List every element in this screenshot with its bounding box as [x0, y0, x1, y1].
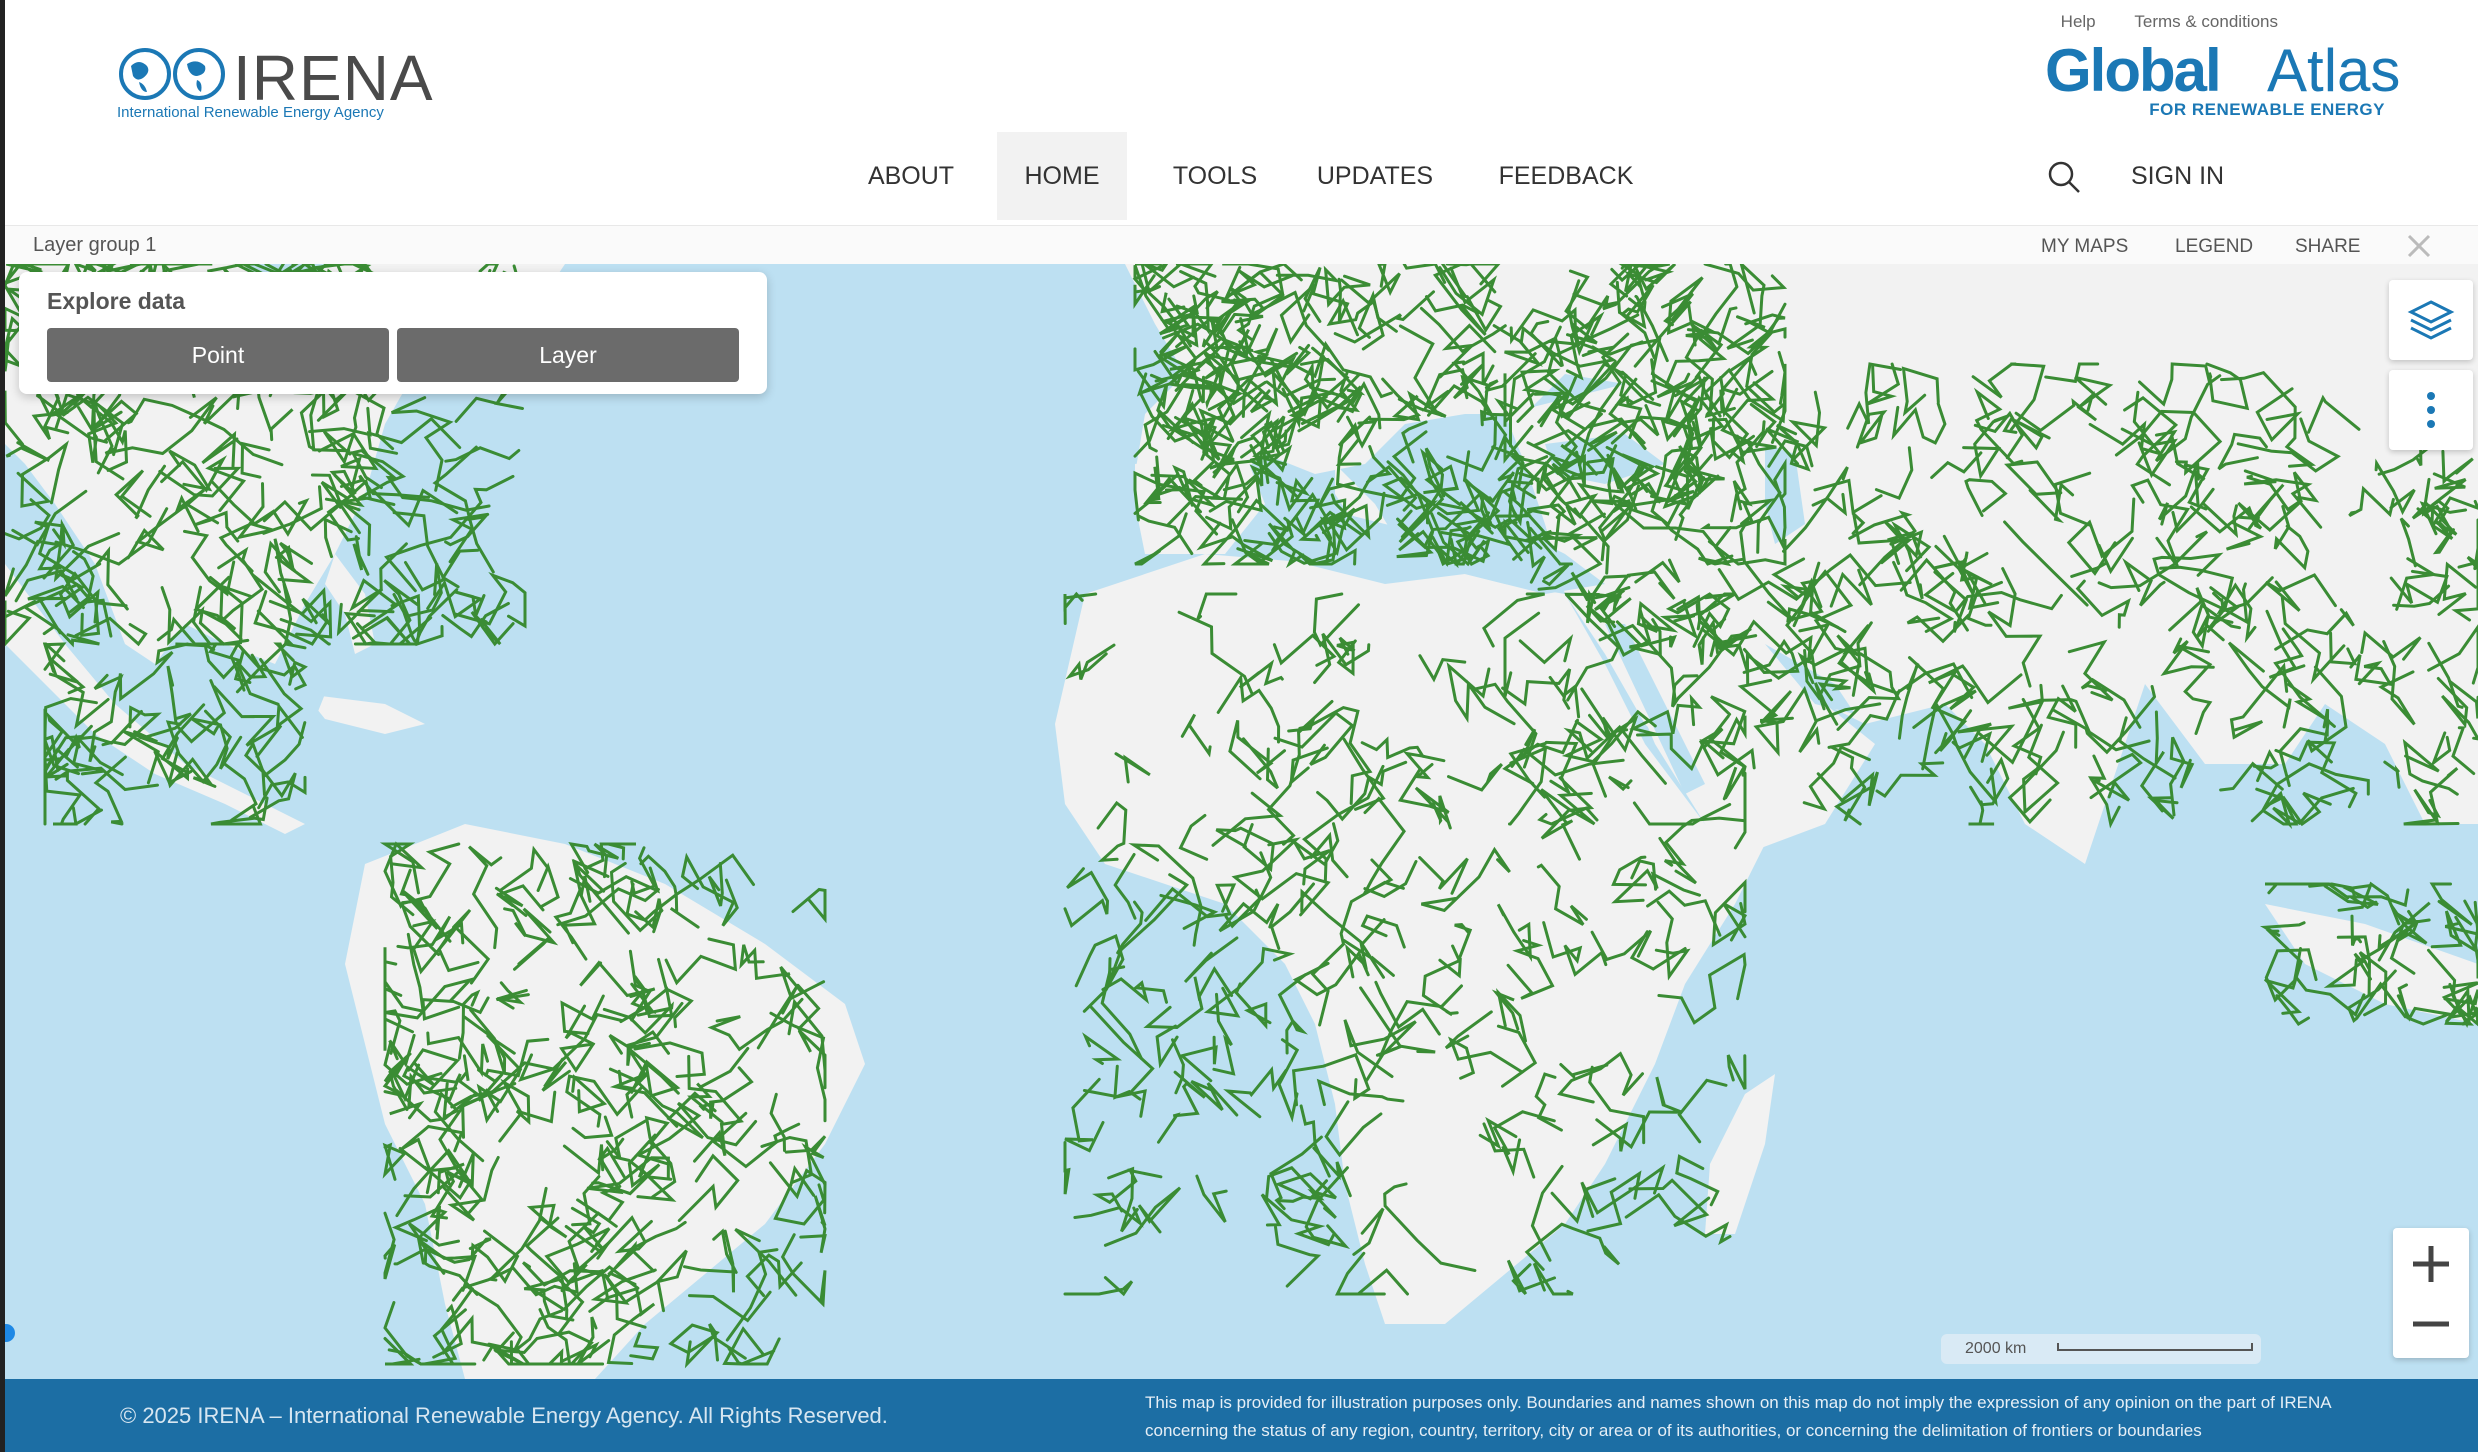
layers-button[interactable]	[2389, 280, 2473, 360]
network-line	[2275, 994, 2310, 1026]
network-line	[1082, 1032, 1123, 1065]
terms-link[interactable]: Terms & conditions	[2134, 12, 2278, 31]
nav-about[interactable]: ABOUT	[851, 132, 971, 220]
search-icon[interactable]	[2047, 160, 2081, 194]
network-line	[1063, 1141, 1071, 1195]
network-line	[1195, 1174, 1228, 1223]
globe-logo-icon	[119, 48, 225, 100]
zoom-in-button[interactable]	[2393, 1228, 2469, 1290]
help-link[interactable]: Help	[2061, 12, 2096, 31]
land-madagascar	[1705, 1074, 1775, 1234]
network-line	[1274, 1172, 1337, 1219]
map-canvas[interactable]: Explore data Point Layer 2000 km	[5, 264, 2478, 1379]
global-atlas-logo-regular: Atlas	[2267, 37, 2401, 104]
network-line	[1063, 1276, 1134, 1297]
network-line	[54, 766, 159, 792]
explore-data-title: Explore data	[47, 288, 186, 314]
plus-icon	[2413, 1246, 2449, 1282]
global-atlas-logo[interactable]: Global Atlas FOR RENEWABLE ENERGY	[2045, 37, 2400, 122]
copyright-text: © 2025 IRENA – International Renewable E…	[120, 1403, 888, 1428]
network-line	[688, 1290, 772, 1323]
map-disclaimer: This map is provided for illustration pu…	[1145, 1389, 2465, 1445]
network-line	[1726, 1054, 1747, 1090]
land-caribbean	[305, 694, 425, 734]
top-links: Help Terms & conditions	[2027, 12, 2278, 32]
network-line	[2169, 736, 2195, 817]
explore-data-panel: Explore data Point Layer	[19, 272, 767, 394]
nav-tools[interactable]: TOOLS	[1155, 132, 1275, 220]
network-line	[1212, 992, 1236, 1076]
zoom-out-button[interactable]	[2393, 1292, 2469, 1354]
more-vertical-icon	[2427, 392, 2435, 428]
scale-bar: 2000 km	[1941, 1334, 2261, 1364]
network-line	[1223, 1066, 1288, 1119]
network-line	[352, 535, 370, 576]
network-line	[1190, 1080, 1239, 1117]
network-line	[1586, 1170, 1642, 1233]
site-footer: © 2025 IRENA – International Renewable E…	[5, 1379, 2478, 1452]
disclaimer-line-2: concerning the status of any region, cou…	[1145, 1421, 2202, 1440]
network-line	[1178, 1035, 1218, 1083]
network-line	[1101, 977, 1168, 1005]
point-button[interactable]: Point	[47, 328, 389, 382]
network-line	[668, 1323, 720, 1369]
network-line	[1677, 1078, 1728, 1144]
network-line	[1063, 867, 1110, 928]
network-line	[1234, 982, 1272, 1030]
nav-updates[interactable]: UPDATES	[1305, 132, 1445, 220]
network-line	[1969, 756, 2010, 807]
network-line	[2139, 710, 2165, 813]
main-nav: ABOUT HOME TOOLS UPDATES FEEDBACK	[5, 132, 2478, 220]
network-line	[2345, 888, 2410, 910]
network-line	[780, 1233, 827, 1308]
network-line	[2264, 947, 2318, 1003]
close-icon[interactable]	[2403, 230, 2435, 262]
nav-home[interactable]: HOME	[997, 132, 1127, 220]
zoom-control	[2393, 1228, 2469, 1358]
global-atlas-logo-bold: Global	[2045, 37, 2222, 104]
map-toolbar: Layer group 1 MY MAPS LEGEND SHARE	[5, 225, 2478, 265]
sign-in-link[interactable]: SIGN IN	[2131, 132, 2224, 220]
network-line	[1074, 934, 1125, 1013]
network-line	[384, 474, 515, 593]
irena-logo-subtitle: International Renewable Energy Agency	[117, 104, 384, 121]
my-maps-link[interactable]: MY MAPS	[2041, 226, 2128, 268]
network-line	[175, 642, 243, 680]
disclaimer-line-1: This map is provided for illustration pu…	[1145, 1393, 2332, 1412]
layers-icon	[2407, 300, 2455, 340]
network-line	[444, 446, 521, 463]
layer-group-title[interactable]: Layer group 1	[33, 226, 156, 264]
nav-feedback[interactable]: FEEDBACK	[1491, 132, 1641, 220]
network-line	[629, 1331, 660, 1361]
network-line	[383, 1211, 397, 1280]
network-line	[453, 572, 527, 629]
scale-line	[2057, 1343, 2253, 1351]
site-header: IRENA International Renewable Energy Age…	[5, 0, 2478, 224]
minus-icon	[2413, 1321, 2449, 1327]
global-atlas-logo-subtitle: FOR RENEWABLE ENERGY	[2149, 100, 2385, 119]
world-basemap	[5, 264, 2478, 1379]
network-line	[1875, 761, 1945, 799]
network-line	[1171, 1038, 1185, 1095]
share-link[interactable]: SHARE	[2295, 226, 2360, 268]
network-line	[708, 1323, 747, 1362]
scale-label: 2000 km	[1965, 1340, 2027, 1357]
irena-logo[interactable]: IRENA International Renewable Energy Age…	[113, 42, 433, 124]
network-line	[1628, 1178, 1711, 1228]
legend-link[interactable]: LEGEND	[2175, 226, 2253, 268]
network-line	[441, 548, 480, 589]
layer-button[interactable]: Layer	[397, 328, 739, 382]
more-options-button[interactable]	[2389, 370, 2473, 450]
network-line	[791, 887, 827, 924]
